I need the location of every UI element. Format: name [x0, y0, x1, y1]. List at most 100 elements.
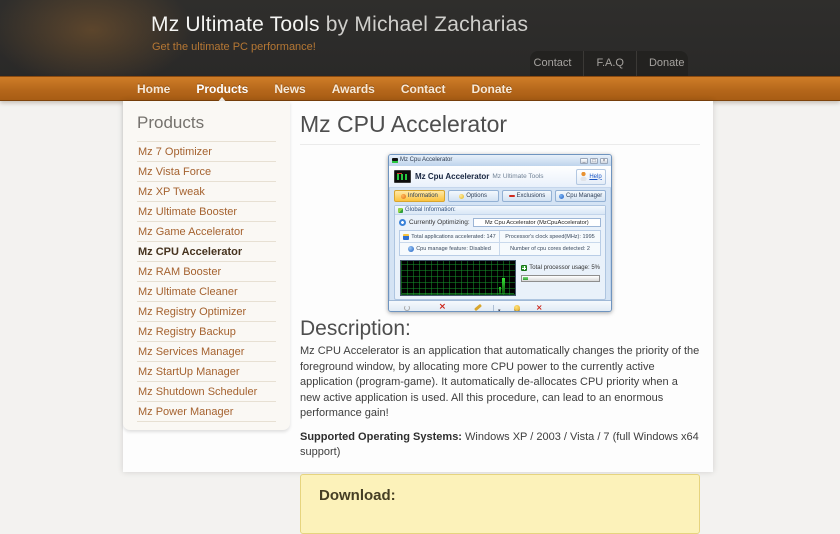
nav-item-products-label: Products: [196, 81, 249, 96]
product-screenshot: Mz Cpu Accelerator _ □ × Mz Cpu Accelera…: [300, 154, 700, 312]
exclusions-icon: [508, 195, 515, 197]
download-heading: Download:: [319, 486, 396, 504]
sidebar-item-mz-ultimate-booster[interactable]: Mz Ultimate Booster: [137, 202, 276, 222]
stat-cpu-manage: Cpu manage feature: Disabled: [400, 243, 500, 255]
supported-os: Supported Operating Systems: Windows XP …: [300, 430, 700, 461]
sidebar-item-mz-7-optimizer[interactable]: Mz 7 Optimizer: [137, 142, 276, 162]
sidebar-item-mz-power-manager[interactable]: Mz Power Manager: [137, 402, 276, 422]
site-title-main: Mz Ultimate Tools: [151, 13, 320, 36]
sidebar-heading: Products: [137, 113, 276, 142]
deactivate-button: ×De-activate: [426, 303, 458, 312]
stats-grid: Total applications accelerated: 147 Proc…: [399, 230, 601, 256]
global-information-header: Global Information:: [395, 206, 605, 215]
sidebar-item-mz-services-manager[interactable]: Mz Services Manager: [137, 342, 276, 362]
usage-plus-icon: [521, 265, 528, 271]
stat-cpu-manage-label: Cpu manage feature: Disabled: [416, 246, 491, 252]
app-toolbar: Activate ×De-activate Settings ▾ About ×…: [389, 300, 611, 312]
site-subtitle: Get the ultimate PC performance!: [152, 41, 316, 53]
usage-progress-fill: [523, 277, 529, 280]
minimize-icon: _: [580, 157, 588, 164]
sidebar-item-mz-cpu-accelerator[interactable]: Mz CPU Accelerator: [137, 242, 276, 262]
stat-cpu-cores: Number of cpu cores detected: 2: [510, 246, 590, 252]
graph-spike-large: [502, 278, 506, 294]
app-titlebar: Mz Cpu Accelerator _ □ ×: [389, 155, 611, 166]
cpu-usage-graph: [400, 260, 517, 296]
optimizing-icon: [399, 218, 406, 226]
settings-button: Settings: [467, 303, 489, 311]
tab-cpu-manager-label: Cpu Manager: [565, 193, 603, 199]
help-button: Help: [576, 168, 606, 185]
utility-link-faq[interactable]: F.A.Q: [583, 51, 636, 76]
tab-cpu-manager: Cpu Manager: [555, 190, 606, 202]
optimizing-label: Currently Optimizing:: [409, 218, 470, 226]
sidebar-item-mz-shutdown-scheduler[interactable]: Mz Shutdown Scheduler: [137, 382, 276, 402]
download-box: Download:: [300, 473, 700, 534]
utility-link-contact[interactable]: Contact: [522, 51, 584, 76]
exit-icon: ×: [535, 302, 543, 312]
group-header-label: Global Information:: [405, 206, 456, 213]
app-titlebar-title: Mz Cpu Accelerator: [400, 157, 453, 163]
sidebar-item-mz-startup-manager[interactable]: Mz StartUp Manager: [137, 362, 276, 382]
sidebar-item-mz-ultimate-cleaner[interactable]: Mz Ultimate Cleaner: [137, 282, 276, 302]
site-header: Mz Ultimate Tools by Michael Zacharias G…: [0, 0, 840, 76]
sidebar-item-mz-registry-backup[interactable]: Mz Registry Backup: [137, 322, 276, 342]
usage-progressbar: [521, 275, 600, 282]
nav-item-donate[interactable]: Donate: [472, 82, 513, 96]
title-divider: [300, 144, 700, 145]
app-logo-icon: [394, 170, 411, 183]
usage-area: Total processor usage: 5%: [395, 258, 605, 299]
currently-optimizing-row: Currently Optimizing: Mz Cpu Accelerator…: [395, 215, 605, 229]
sidebar-item-mz-game-accelerator[interactable]: Mz Game Accelerator: [137, 222, 276, 242]
content-area: Products Mz 7 Optimizer Mz Vista Force M…: [123, 101, 713, 534]
usage-readout: Total processor usage: 5%: [521, 260, 600, 282]
main-nav: Home Products News Awards Contact Donate: [0, 76, 840, 103]
tab-information: Information: [394, 190, 445, 202]
nav-item-home[interactable]: Home: [137, 82, 170, 96]
toolbar-separator: [493, 305, 495, 311]
utility-link-donate[interactable]: Donate: [635, 51, 696, 76]
help-person-icon: [580, 172, 588, 181]
nav-item-contact[interactable]: Contact: [401, 82, 446, 96]
global-information-panel: Global Information: Currently Optimizing…: [394, 205, 606, 300]
tab-exclusions: Exclusions: [501, 190, 553, 202]
activate-button: Activate: [396, 304, 417, 312]
optimizing-value-field: Mz Cpu Accelerator (MzCpuAccelerator): [472, 217, 601, 227]
exit-button: ×Exit: [534, 302, 544, 312]
maximize-icon: □: [590, 157, 598, 164]
page-title: Mz CPU Accelerator: [300, 111, 508, 137]
nav-item-products[interactable]: Products: [196, 81, 249, 103]
sidebar-item-mz-registry-optimizer[interactable]: Mz Registry Optimizer: [137, 302, 276, 322]
stat-clock-speed: Processor's clock speed(MHz): 1995: [500, 231, 600, 243]
cpu-manager-icon: [558, 193, 564, 199]
stat-apps-label: Total applications accelerated: 147: [411, 233, 496, 240]
app-brand: Mz Cpu Accelerator: [415, 172, 490, 181]
site-title-rest: by Michael Zacharias: [319, 13, 529, 36]
description-text: Mz CPU Accelerator is an application tha…: [300, 345, 700, 419]
options-icon: [459, 193, 465, 199]
nav-item-news[interactable]: News: [274, 82, 305, 96]
settings-dropdown-icon: ▾: [498, 308, 501, 312]
sidebar-item-mz-vista-force[interactable]: Mz Vista Force: [137, 162, 276, 182]
about-button: About: [510, 304, 526, 312]
products-sidebar: Products Mz 7 Optimizer Mz Vista Force M…: [123, 101, 290, 430]
stat-apps-accelerated: Total applications accelerated: 147: [400, 231, 500, 243]
tab-information-label: Information: [407, 193, 438, 199]
help-label: Help: [589, 173, 602, 180]
main-column: Mz CPU Accelerator Mz Cpu Accelerator _ …: [300, 101, 700, 534]
app-header: Mz Cpu Accelerator Mz Ultimate Tools Hel…: [389, 166, 611, 188]
activate-icon: [403, 304, 410, 311]
sidebar-item-mz-ram-booster[interactable]: Mz RAM Booster: [137, 262, 276, 282]
site-title: Mz Ultimate Tools by Michael Zacharias: [151, 13, 528, 37]
supported-os-label: Supported Operating Systems:: [300, 430, 462, 443]
tab-exclusions-label: Exclusions: [516, 193, 546, 199]
apps-icon: [403, 233, 410, 240]
about-icon: [514, 304, 521, 311]
close-icon: ×: [600, 157, 608, 164]
nav-item-awards[interactable]: Awards: [332, 82, 375, 96]
sidebar-item-mz-xp-tweak[interactable]: Mz XP Tweak: [137, 182, 276, 202]
app-brand-suffix: Mz Ultimate Tools: [492, 173, 544, 180]
group-header-icon: [398, 207, 403, 213]
app-window-image: Mz Cpu Accelerator _ □ × Mz Cpu Accelera…: [388, 154, 612, 312]
usage-label: Total processor usage: 5%: [529, 265, 600, 271]
cpu-manage-icon: [408, 246, 415, 252]
